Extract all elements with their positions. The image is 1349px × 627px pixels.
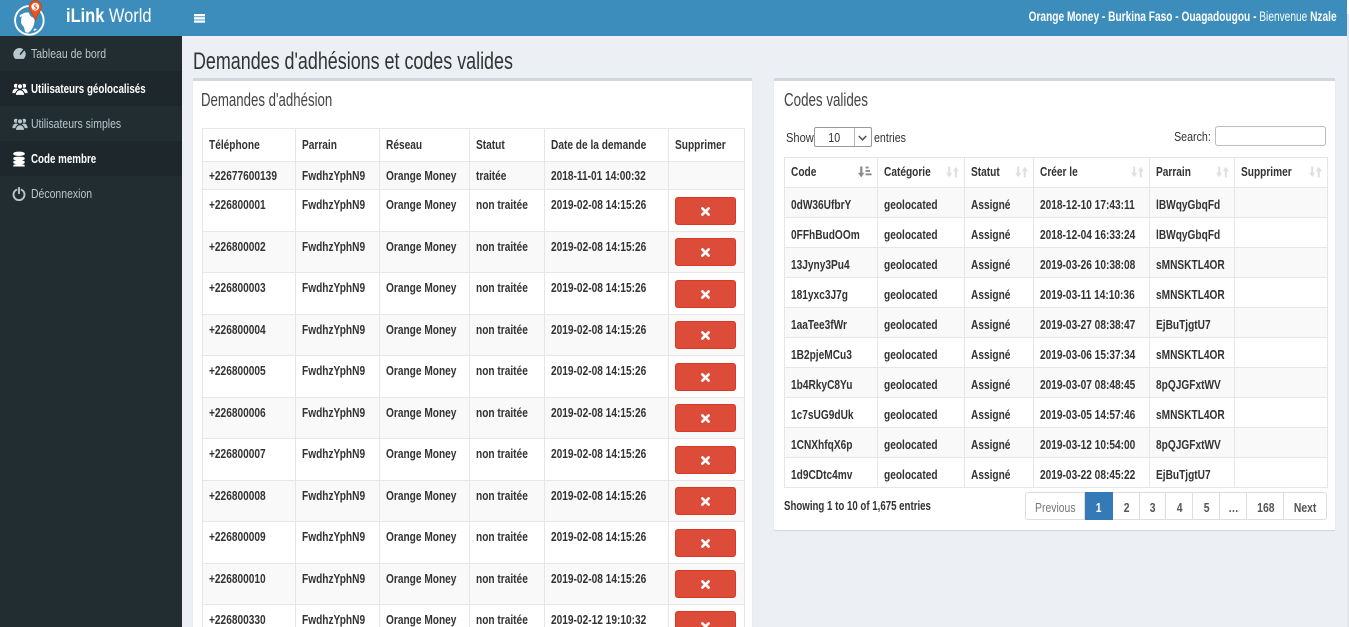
- svg-text:$: $: [33, 3, 37, 12]
